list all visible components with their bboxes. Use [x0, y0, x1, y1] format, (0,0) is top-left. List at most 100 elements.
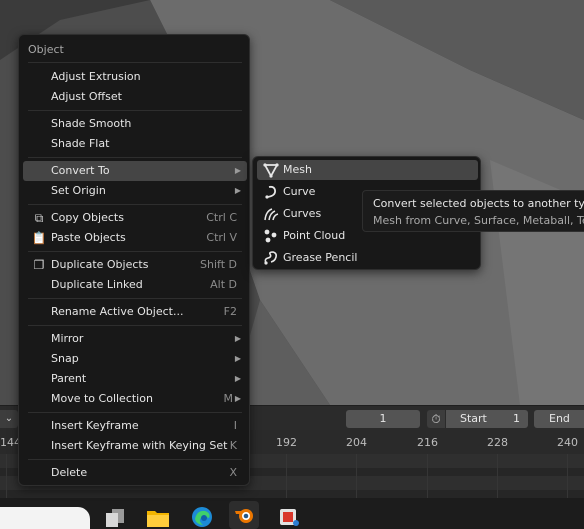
menu-item-adjust-offset[interactable]: Adjust Offset	[23, 87, 247, 107]
submenu-arrow-icon: ▶	[234, 374, 241, 383]
end-frame-field[interactable]: End	[534, 410, 584, 428]
grid-line	[286, 454, 287, 498]
grid-line	[427, 454, 428, 498]
menu-item-label: Insert Keyframe	[51, 419, 139, 432]
object-context-menu: Object Adjust Extrusion Adjust Offset Sh…	[18, 34, 250, 486]
curves-icon	[264, 208, 279, 221]
grid-line	[567, 454, 568, 498]
menu-item-label: Duplicate Objects	[51, 258, 149, 271]
start-frame-field[interactable]: Start 1	[446, 410, 528, 428]
menu-separator	[28, 459, 242, 460]
menu-item-label: Move to Collection	[51, 392, 153, 405]
frame-tick: 240	[557, 436, 578, 449]
menu-item-copy-objects[interactable]: ⧉ Copy Objects Ctrl C	[23, 208, 247, 228]
menu-item-set-origin[interactable]: Set Origin ▶	[23, 181, 247, 201]
tooltip-detail: Mesh from Curve, Surface, Metaball, Tex	[373, 214, 584, 227]
menu-separator	[28, 251, 242, 252]
menu-item-label: Mirror	[51, 332, 84, 345]
start-value: 1	[513, 412, 520, 425]
menu-item-label: Convert To	[51, 164, 110, 177]
menu-separator	[28, 325, 242, 326]
submenu-item-mesh[interactable]: Mesh	[257, 160, 478, 180]
tooltip-title: Convert selected objects to another type	[373, 197, 584, 210]
frame-tick: 216	[417, 436, 438, 449]
submenu-arrow-icon: ▶	[234, 166, 241, 175]
copy-icon: ⧉	[34, 211, 44, 225]
submenu-arrow-icon: ▶	[234, 394, 241, 403]
duplicate-icon: ❐	[33, 258, 45, 272]
task-view-icon[interactable]	[100, 505, 130, 529]
menu-item-adjust-extrusion[interactable]: Adjust Extrusion	[23, 67, 247, 87]
end-label: End	[549, 412, 570, 425]
mesh-icon	[263, 163, 279, 178]
menu-item-rename-active-object[interactable]: Rename Active Object... F2	[23, 302, 247, 322]
shortcut-label: Alt D	[210, 278, 237, 291]
paste-icon: 📋	[31, 231, 47, 245]
start-label: Start	[460, 412, 487, 425]
snipping-tool-icon[interactable]	[274, 505, 304, 529]
menu-item-duplicate-objects[interactable]: ❐ Duplicate Objects Shift D	[23, 255, 247, 275]
point-cloud-icon	[264, 229, 277, 243]
menu-item-insert-keyframe-with-keying-set[interactable]: Insert Keyframe with Keying Set K	[23, 436, 247, 456]
grid-line	[356, 454, 357, 498]
grid-line	[6, 454, 7, 498]
menu-item-label: Shade Flat	[51, 137, 110, 150]
submenu-item-label: Point Cloud	[283, 229, 346, 242]
menu-item-label: Copy Objects	[51, 211, 124, 224]
shortcut-label: K	[229, 439, 237, 452]
submenu-item-label: Grease Pencil	[283, 251, 358, 264]
menu-item-move-to-collection[interactable]: Move to Collection M ▶	[23, 389, 247, 409]
submenu-arrow-icon: ▶	[234, 354, 241, 363]
submenu-arrow-icon: ▶	[234, 334, 241, 343]
blender-icon[interactable]	[229, 501, 259, 529]
menu-item-shade-smooth[interactable]: Shade Smooth	[23, 114, 247, 134]
menu-item-label: Adjust Extrusion	[51, 70, 141, 83]
menu-item-label: Parent	[51, 372, 87, 385]
submenu-arrow-icon: ▶	[234, 186, 241, 195]
menu-item-convert-to[interactable]: Convert To ▶	[23, 161, 247, 181]
menu-item-label: Duplicate Linked	[51, 278, 143, 291]
menu-item-label: Adjust Offset	[51, 90, 122, 103]
menu-item-paste-objects[interactable]: 📋 Paste Objects Ctrl V	[23, 228, 247, 248]
menu-separator	[28, 62, 242, 63]
curve-icon	[265, 185, 276, 199]
shortcut-label: Shift D	[200, 258, 237, 271]
menu-item-parent[interactable]: Parent ▶	[23, 369, 247, 389]
menu-item-label: Delete	[51, 466, 88, 479]
menu-separator	[28, 157, 242, 158]
menu-item-label: Snap	[51, 352, 79, 365]
chevron-down-icon[interactable]: ⌄	[0, 410, 18, 428]
taskbar-search-box[interactable]	[0, 507, 90, 529]
frame-tick: 204	[346, 436, 367, 449]
shortcut-label: I	[233, 419, 237, 432]
shortcut-label: F2	[223, 305, 237, 318]
submenu-item-label: Curves	[283, 207, 322, 220]
menu-item-duplicate-linked[interactable]: Duplicate Linked Alt D	[23, 275, 247, 295]
tooltip: Convert selected objects to another type…	[362, 190, 584, 232]
shortcut-label: Ctrl C	[206, 211, 237, 224]
submenu-item-label: Mesh	[283, 163, 312, 176]
menu-title: Object	[28, 43, 64, 56]
current-frame-field[interactable]: 1	[346, 410, 420, 428]
shortcut-label: X	[229, 466, 237, 479]
menu-item-mirror[interactable]: Mirror ▶	[23, 329, 247, 349]
taskbar	[0, 498, 584, 529]
shortcut-label: M	[223, 392, 234, 405]
menu-separator	[28, 298, 242, 299]
menu-separator	[28, 204, 242, 205]
menu-item-label: Set Origin	[51, 184, 106, 197]
edge-icon[interactable]	[187, 505, 217, 529]
file-explorer-icon[interactable]	[143, 505, 173, 529]
grease-pencil-icon	[264, 251, 277, 265]
menu-item-insert-keyframe[interactable]: Insert Keyframe I	[23, 416, 247, 436]
menu-item-snap[interactable]: Snap ▶	[23, 349, 247, 369]
menu-item-label: Insert Keyframe with Keying Set	[51, 439, 228, 452]
shortcut-label: Ctrl V	[206, 231, 237, 244]
menu-item-delete[interactable]: Delete X	[23, 463, 247, 483]
menu-separator	[28, 412, 242, 413]
stopwatch-icon[interactable]: ⏱	[427, 410, 445, 428]
frame-tick: 192	[276, 436, 297, 449]
menu-item-shade-flat[interactable]: Shade Flat	[23, 134, 247, 154]
submenu-item-grease-pencil[interactable]: Grease Pencil	[257, 248, 478, 268]
frame-tick: 228	[487, 436, 508, 449]
